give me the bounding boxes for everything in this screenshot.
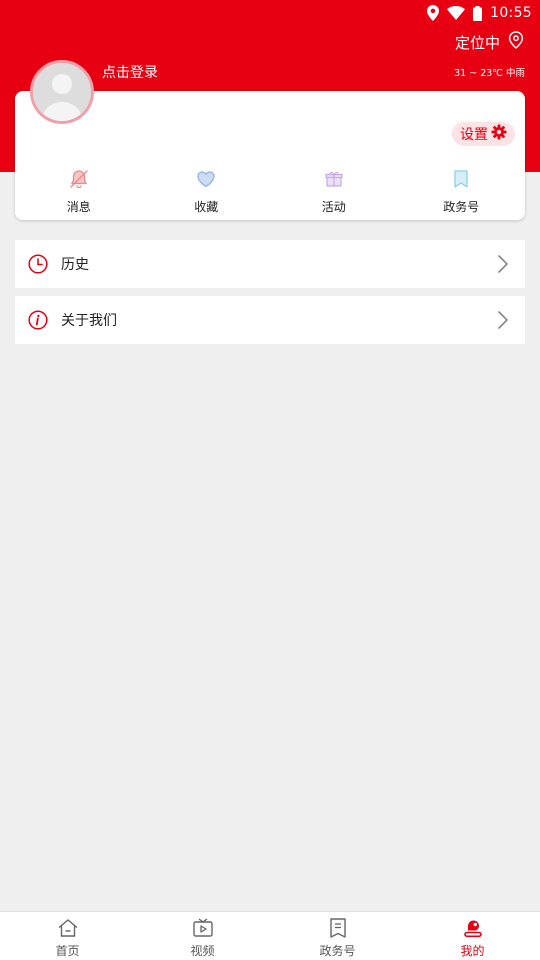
map-pin-icon [508, 31, 524, 53]
quick-actions: 消息 收藏 活动 政务号 [15, 163, 525, 215]
quick-item-messages[interactable]: 消息 [15, 163, 143, 215]
quick-item-gov-accounts[interactable]: 政务号 [398, 163, 526, 215]
document-icon [326, 916, 350, 940]
chevron-right-icon [497, 254, 509, 278]
gear-icon [491, 124, 507, 144]
avatar[interactable] [30, 60, 94, 124]
user-icon [461, 916, 485, 940]
menu-item-history[interactable]: 历史 [15, 240, 525, 288]
gift-icon [322, 167, 346, 191]
quick-item-label: 政务号 [443, 200, 480, 214]
battery-icon [473, 5, 483, 21]
nav-item-me[interactable]: 我的 [405, 912, 540, 960]
quick-item-label: 收藏 [194, 200, 219, 214]
menu-item-label: 历史 [61, 257, 89, 273]
wifi-icon [447, 6, 466, 20]
bookmark-icon [449, 167, 473, 191]
profile-card: 设置 消息 收藏 活动 政务号 [15, 91, 525, 220]
weather-text: 31 ~ 23℃ 中雨 [454, 68, 525, 79]
settings-button[interactable]: 设置 [452, 122, 515, 146]
login-link[interactable]: 点击登录 [102, 62, 158, 82]
menu-item-label: 关于我们 [61, 313, 117, 329]
nav-label: 我的 [460, 944, 485, 958]
info-icon [27, 309, 49, 331]
menu-item-about-us[interactable]: 关于我们 [15, 296, 525, 344]
nav-item-gov-accounts[interactable]: 政务号 [270, 912, 405, 960]
bell-off-icon [67, 167, 91, 191]
home-icon [56, 916, 80, 940]
tv-icon [191, 916, 215, 940]
quick-item-label: 消息 [66, 200, 91, 214]
avatar-placeholder-icon [33, 63, 91, 121]
clock-icon [27, 253, 49, 275]
chevron-right-icon [497, 310, 509, 334]
nav-label: 视频 [190, 944, 215, 958]
nav-label: 政务号 [319, 944, 356, 958]
location-text: 定位中 [454, 33, 500, 52]
nav-label: 首页 [55, 944, 80, 958]
quick-item-label: 活动 [321, 200, 346, 214]
status-time: 10:55 [490, 5, 532, 21]
settings-label: 设置 [460, 127, 488, 143]
location-status-icon [427, 5, 440, 21]
screen: 10:55 定位中 31 ~ 23℃ 中雨 点击登录 设置 消息 收藏 活动 政… [0, 0, 540, 960]
quick-item-activities[interactable]: 活动 [270, 163, 398, 215]
heart-icon [194, 167, 218, 191]
location-selector[interactable]: 定位中 [455, 30, 524, 54]
nav-item-video[interactable]: 视频 [135, 912, 270, 960]
nav-item-home[interactable]: 首页 [0, 912, 135, 960]
bottom-nav: 首页 视频 政务号 我的 [0, 911, 540, 960]
quick-item-favorites[interactable]: 收藏 [143, 163, 271, 215]
status-bar: 10:55 [0, 0, 540, 26]
